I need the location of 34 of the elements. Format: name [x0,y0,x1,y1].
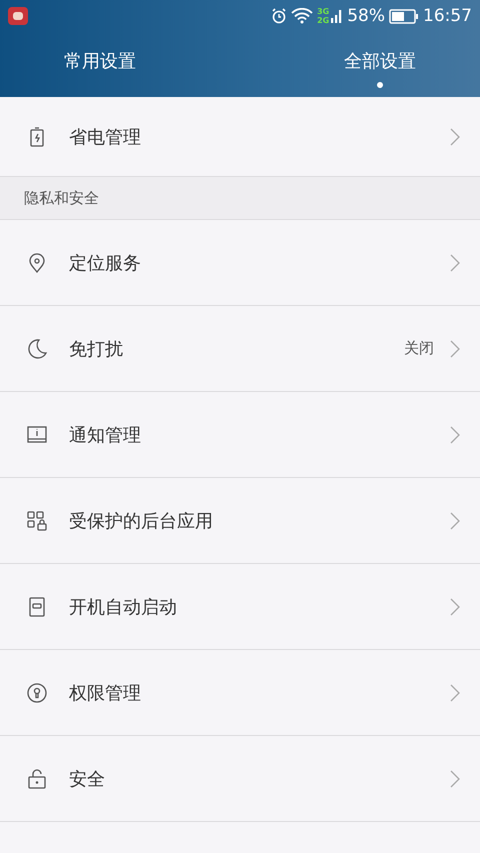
settings-item[interactable]: 定位服务 [0,220,480,306]
item-value: 关闭 [404,339,434,358]
alarm-icon [271,8,288,24]
moon-icon [26,338,48,360]
wifi-icon [291,8,314,24]
chevron-right-icon [450,426,460,444]
chevron-right-icon [450,128,460,146]
settings-item[interactable]: 通知管理 [0,392,480,478]
settings-item[interactable]: 安全 [0,736,480,822]
battery-percent: 58% [347,6,385,26]
notification-panel-icon [26,424,48,446]
chevron-right-icon [450,598,460,616]
signal-icon [331,8,344,24]
apps-lock-icon [26,510,48,532]
settings-item[interactable]: 受保护的后台应用 [0,478,480,564]
padlock-icon [26,768,48,790]
settings-item[interactable]: 开机自动启动 [0,564,480,650]
chevron-right-icon [450,512,460,530]
chevron-right-icon [450,684,460,702]
app-notification-icon [8,7,28,25]
settings-item[interactable]: 权限管理 [0,650,480,736]
keyhole-icon [26,682,48,704]
section-header: 隐私和安全 [0,176,480,220]
chevron-right-icon [450,770,460,788]
settings-item[interactable]: 省电管理 [0,97,480,176]
clock-time: 16:57 [423,6,472,26]
network-type: 3G [317,7,330,16]
chevron-right-icon [450,340,460,358]
settings-item[interactable]: 免打扰 关闭 [0,306,480,392]
chevron-right-icon [450,254,460,272]
settings-tab[interactable]: 全部设置 [240,32,480,97]
battery-icon [389,8,419,24]
network-type: 2G [317,16,330,25]
settings-tab[interactable]: 常用设置 [0,32,240,97]
